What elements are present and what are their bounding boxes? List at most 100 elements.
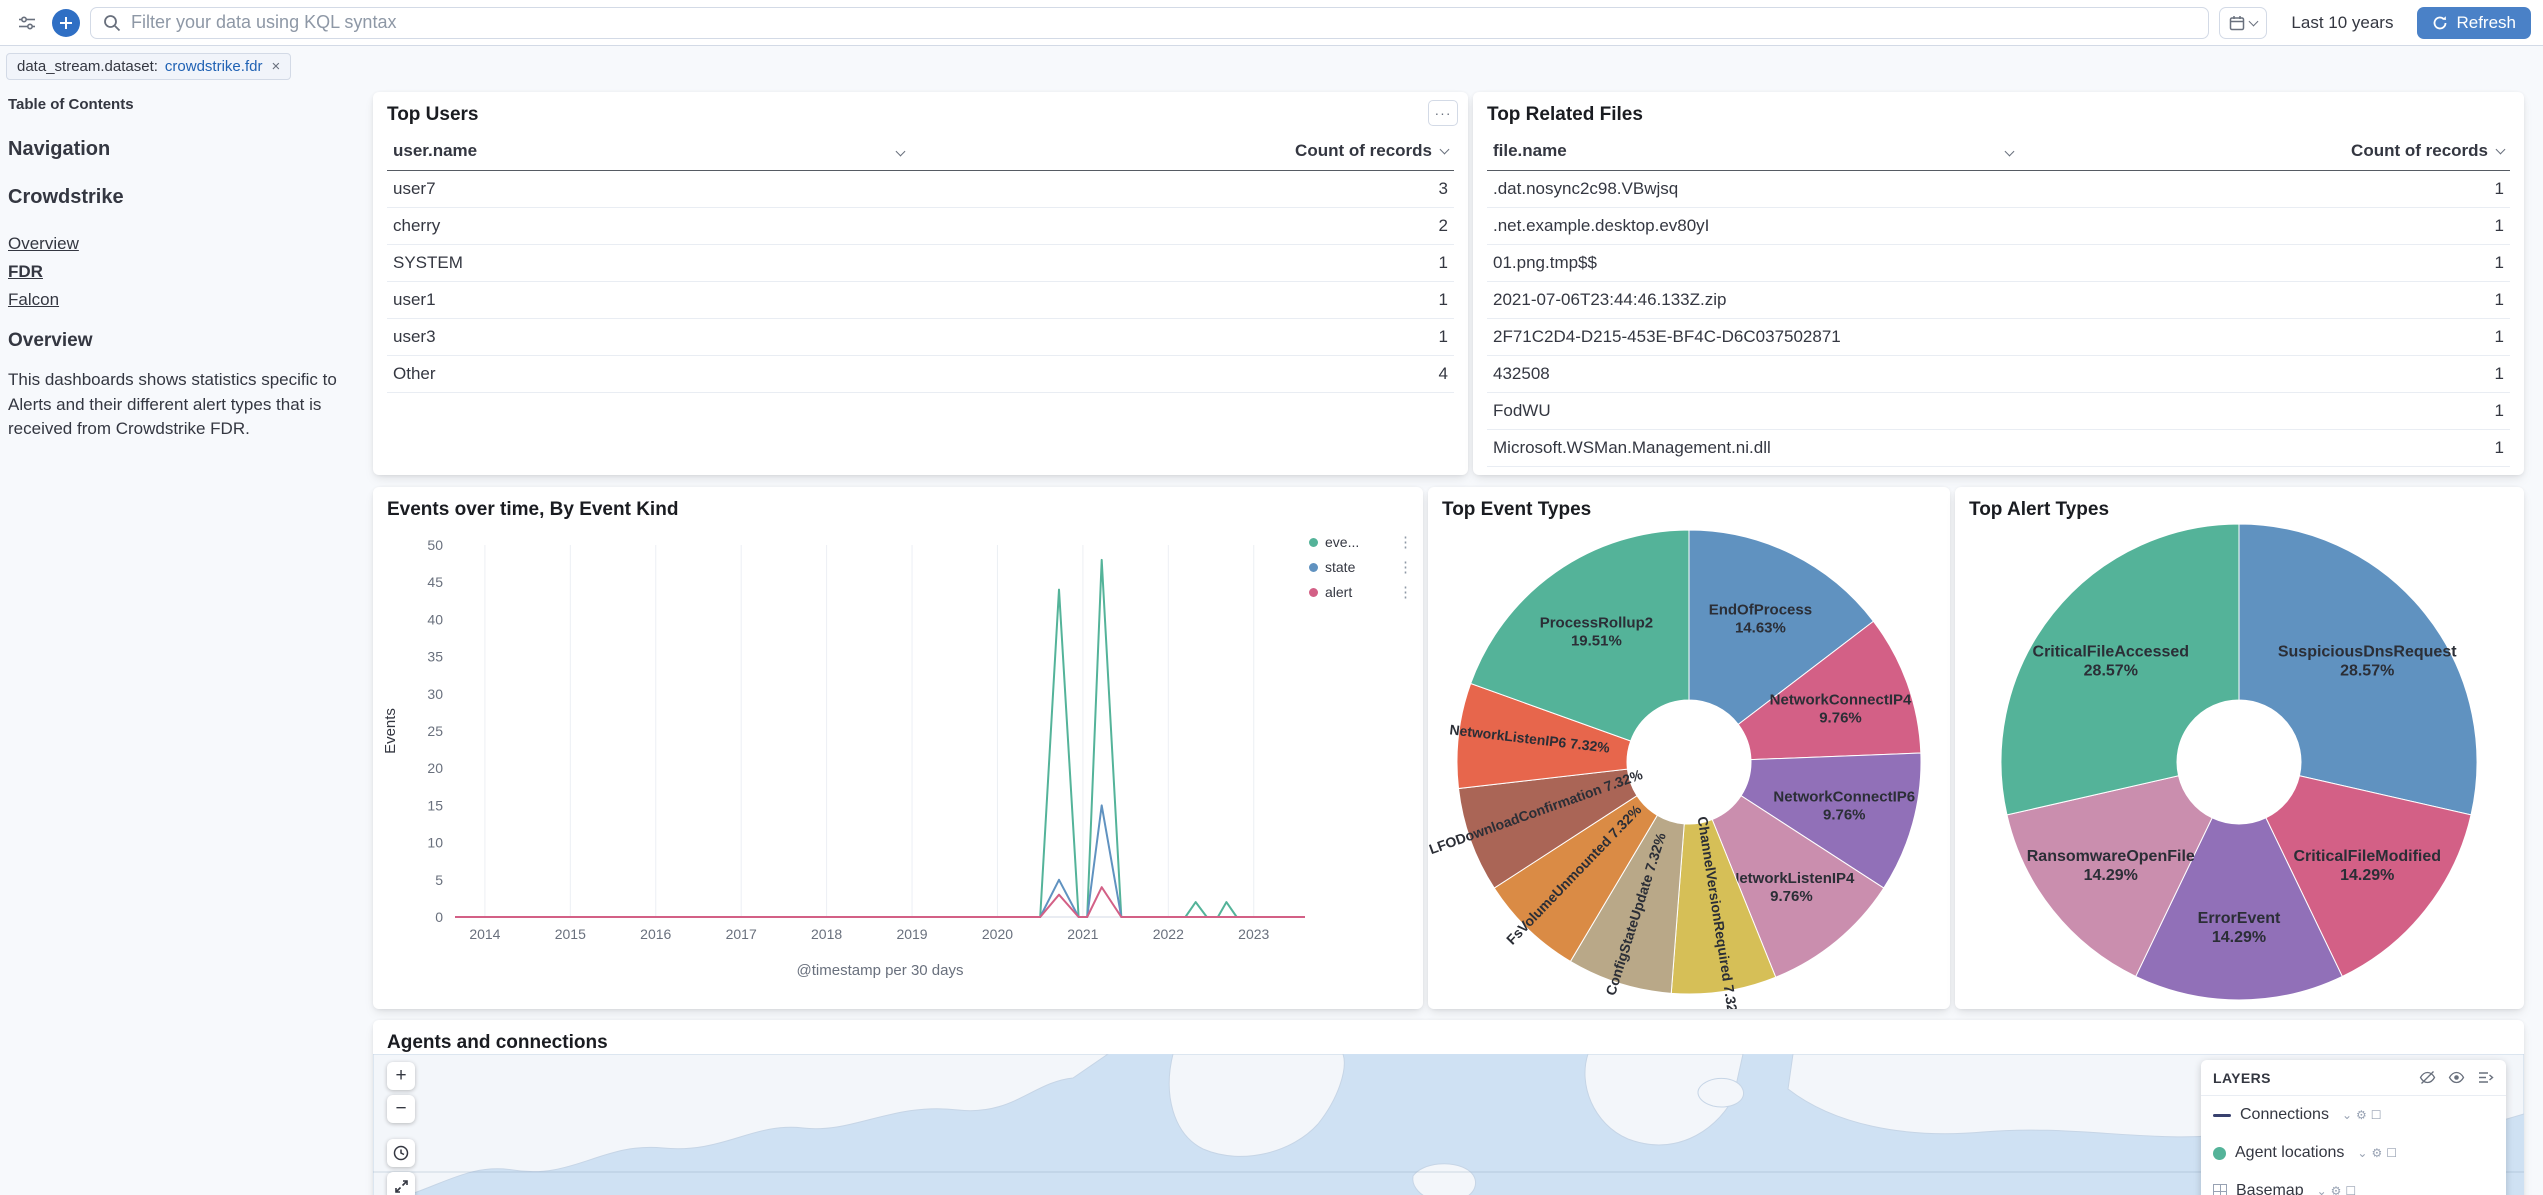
cell-name: 01.png.tmp$$ (1487, 245, 2019, 282)
y-tick-label: 45 (427, 574, 443, 590)
map-expand-icon[interactable] (387, 1172, 415, 1195)
cell-count: 1 (910, 282, 1454, 319)
agents-connections-panel: Agents and connections + − (373, 1020, 2524, 1195)
cell-name: .net.example.desktop.ev80yI (1487, 208, 2019, 245)
legend-item[interactable]: state⋮ (1309, 558, 1413, 576)
table-row[interactable]: cherry2 (387, 208, 1454, 245)
column-header-user-name[interactable]: user.name (387, 132, 910, 171)
cell-name: 2021-07-06T23:44:46.133Z.zip (1487, 282, 2019, 319)
checkbox-icon[interactable]: ☐ (2386, 1146, 2397, 1160)
series-line-eve (455, 560, 1305, 917)
x-axis-label: @timestamp per 30 days (797, 962, 964, 979)
chevron-down-icon (895, 147, 905, 157)
chevron-down-icon[interactable]: ⌄ (2357, 1146, 2367, 1160)
hide-layers-icon[interactable] (2419, 1069, 2436, 1086)
table-row[interactable]: 2021-07-06T23:44:46.133Z.zip1 (1487, 282, 2510, 319)
kql-search-bar[interactable] (90, 7, 2209, 39)
cell-name: 432508 (1487, 356, 2019, 393)
table-row[interactable]: Microsoft.WSMan.Management.ni.dll1 (1487, 430, 2510, 467)
panel-options-icon[interactable]: ··· (1428, 100, 1458, 126)
column-header-count[interactable]: Count of records (2019, 132, 2510, 171)
gear-icon[interactable]: ⚙ (2331, 1184, 2342, 1195)
cell-name: SYSTEM (387, 245, 910, 282)
checkbox-icon[interactable]: ☐ (2371, 1108, 2382, 1122)
toc-link-falcon[interactable]: Falcon (8, 290, 366, 310)
cell-name: user1 (387, 282, 910, 319)
legend-item-menu-icon[interactable]: ⋮ (1398, 558, 1413, 576)
refresh-button[interactable]: Refresh (2417, 7, 2531, 39)
y-tick-label: 30 (427, 686, 443, 702)
filters-menu-icon[interactable] (12, 8, 42, 38)
checkbox-icon[interactable]: ☐ (2345, 1184, 2356, 1195)
chevron-down-icon[interactable]: ⌄ (2317, 1184, 2327, 1195)
table-row[interactable]: Other4 (387, 356, 1454, 393)
layer-row-agent-locations[interactable]: Agent locations⌄⚙☐ (2201, 1134, 2506, 1172)
table-row[interactable]: 4325081 (1487, 356, 2510, 393)
chevron-down-icon (2005, 147, 2015, 157)
chevron-down-icon (2249, 17, 2259, 27)
legend-item[interactable]: eve...⋮ (1309, 533, 1413, 551)
chevron-down-icon[interactable]: ⌄ (2342, 1108, 2352, 1122)
search-input[interactable] (131, 12, 2196, 33)
y-tick-label: 0 (435, 909, 443, 925)
gear-icon[interactable]: ⚙ (2356, 1108, 2367, 1122)
cell-count: 1 (2019, 319, 2510, 356)
toc-link-fdr[interactable]: FDR (8, 262, 366, 282)
table-row[interactable]: user31 (387, 319, 1454, 356)
legend-swatch (1309, 588, 1318, 597)
table-row[interactable]: 01.png.tmp$$1 (1487, 245, 2510, 282)
cell-count: 2 (910, 208, 1454, 245)
gear-icon[interactable]: ⚙ (2371, 1146, 2382, 1160)
table-row[interactable]: .net.example.desktop.ev80yI1 (1487, 208, 2510, 245)
toc-section-heading: Overview (8, 330, 366, 352)
panel-title: Top Users (373, 92, 1468, 132)
x-tick-label: 2017 (726, 926, 757, 942)
x-tick-label: 2015 (555, 926, 586, 942)
layer-row-basemap[interactable]: Basemap⌄⚙☐ (2201, 1172, 2506, 1195)
layer-row-connections[interactable]: Connections⌄⚙☐ (2201, 1096, 2506, 1134)
cell-count: 1 (2019, 467, 2510, 476)
map[interactable]: + − LAYERS Conn (373, 1054, 2524, 1195)
cell-count: 1 (910, 245, 1454, 282)
table-row[interactable]: .dat.nosync2c98.VBwjsq1 (1487, 171, 2510, 208)
show-layers-icon[interactable] (2448, 1069, 2465, 1086)
x-tick-label: 2022 (1153, 926, 1184, 942)
table-row[interactable]: 2F71C2D4-D215-453E-BF4C-D6C0375028711 (1487, 319, 2510, 356)
cell-count: 4 (910, 356, 1454, 393)
y-tick-label: 40 (427, 611, 443, 627)
series-line-state (455, 805, 1305, 917)
y-axis-label: Events (382, 708, 399, 754)
table-row[interactable]: FodWU1 (1487, 393, 2510, 430)
x-tick-label: 2019 (896, 926, 927, 942)
chart-legend: eve...⋮ state⋮ alert⋮ (1309, 533, 1413, 608)
column-header-file-name[interactable]: file.name (1487, 132, 2019, 171)
events-over-time-panel: Events over time, By Event Kind 20142015… (373, 487, 1423, 1009)
map-timeslider-icon[interactable] (387, 1139, 415, 1167)
top-related-files-panel: Top Related Files file.name Count of rec… (1473, 92, 2524, 475)
map-zoom-out-button[interactable]: − (387, 1095, 415, 1123)
cell-name: Microsoft.WSMan.Management.ni.dll (1487, 430, 2019, 467)
cell-count: 1 (2019, 171, 2510, 208)
filter-pill[interactable]: data_stream.dataset: crowdstrike.fdr × (6, 53, 291, 80)
add-filter-button[interactable] (52, 9, 80, 37)
time-range-button[interactable]: Last 10 years (2277, 13, 2407, 33)
y-tick-label: 25 (427, 723, 443, 739)
table-row[interactable]: ShipIt1 (1487, 467, 2510, 476)
column-header-count[interactable]: Count of records (910, 132, 1454, 171)
top-users-table: user.name Count of records user73cherry2… (387, 132, 1454, 393)
cell-name: cherry (387, 208, 910, 245)
legend-item-menu-icon[interactable]: ⋮ (1398, 583, 1413, 601)
date-picker-calendar-button[interactable] (2219, 7, 2267, 39)
map-zoom-in-button[interactable]: + (387, 1062, 415, 1090)
remove-filter-icon[interactable]: × (269, 58, 280, 75)
legend-item[interactable]: alert⋮ (1309, 583, 1413, 601)
table-row[interactable]: user11 (387, 282, 1454, 319)
table-row[interactable]: user73 (387, 171, 1454, 208)
toc-link-overview[interactable]: Overview (8, 234, 366, 254)
toc-title: Table of Contents (8, 96, 366, 113)
table-row[interactable]: SYSTEM1 (387, 245, 1454, 282)
layer-swatch-icon (2213, 1147, 2226, 1160)
y-tick-label: 35 (427, 649, 443, 665)
legend-item-menu-icon[interactable]: ⋮ (1398, 533, 1413, 551)
collapse-layers-icon[interactable] (2477, 1069, 2494, 1086)
